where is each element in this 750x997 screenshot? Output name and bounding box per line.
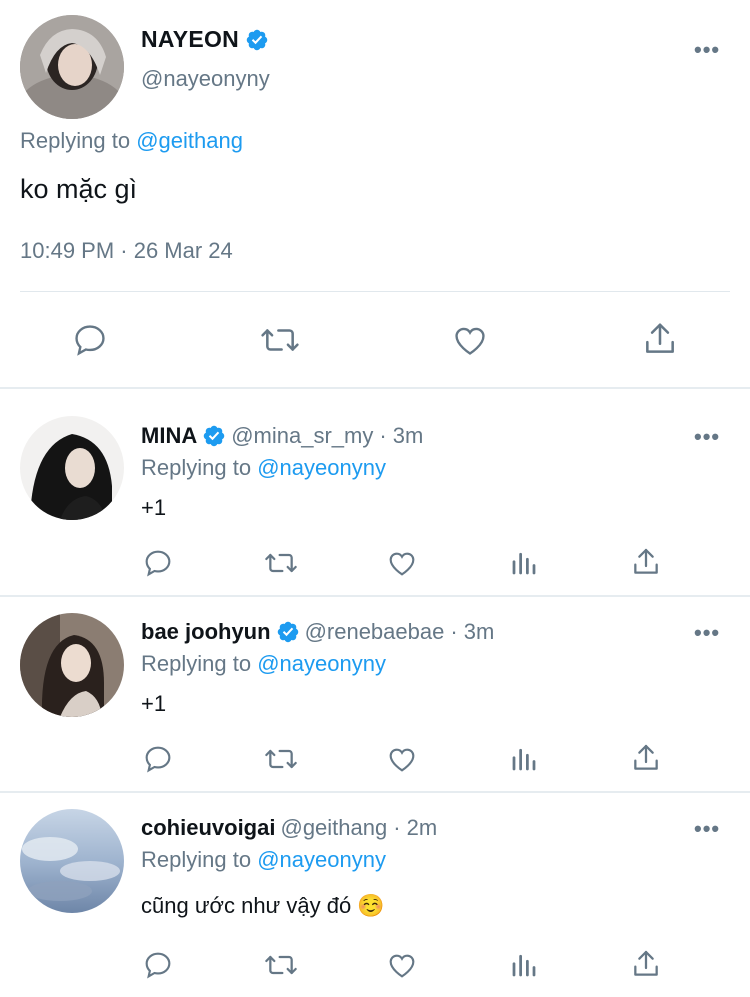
reply-icon[interactable] [140,741,176,777]
replying-to-line: Replying to @nayeonyny [141,847,386,873]
author-handle[interactable]: @nayeonyny [141,66,270,92]
replying-to-label: Replying to [141,847,252,872]
replying-to-line: Replying to @nayeonyny [141,651,386,677]
reply-time[interactable]: · 3m [379,423,423,449]
share-icon[interactable] [628,946,664,982]
retweet-icon[interactable] [262,545,300,581]
reply-header: cohieuvoigai @geithang · 2m [141,815,437,841]
reply-author-name[interactable]: MINA [141,423,197,449]
verified-badge-icon [202,424,226,448]
replying-to-link[interactable]: @geithang [136,128,243,153]
replying-to-link[interactable]: @nayeonyny [257,455,386,480]
reply-header: bae joohyun @renebaebae · 3m [141,619,494,645]
replying-to-line: Replying to @nayeonyny [141,455,386,481]
share-icon[interactable] [628,544,664,580]
analytics-icon[interactable] [506,947,542,983]
reply-icon[interactable] [140,545,176,581]
more-options-icon[interactable]: ••• [694,424,720,450]
reply-handle[interactable]: @mina_sr_my [231,423,373,449]
avatar-mina[interactable] [20,416,124,520]
reply-text: cũng ước như vậy đó ☺️ [141,893,385,918]
reply-header: MINA @mina_sr_my · 3m [141,423,423,449]
verified-badge-icon [276,620,300,644]
like-icon[interactable] [449,320,491,360]
divider [0,595,750,597]
replying-to-label: Replying to [141,455,252,480]
divider [0,791,750,793]
share-icon[interactable] [628,740,664,776]
replying-to-link[interactable]: @nayeonyny [257,651,386,676]
analytics-icon[interactable] [506,545,542,581]
more-options-icon[interactable]: ••• [694,37,720,63]
reply-time[interactable]: · 2m [393,815,437,841]
like-icon[interactable] [384,741,420,777]
share-icon[interactable] [639,318,681,360]
retweet-icon[interactable] [259,320,301,360]
avatar-cohieuvoigai[interactable] [20,809,124,913]
like-icon[interactable] [384,947,420,983]
reply-handle[interactable]: @geithang [280,815,387,841]
avatar-nayeon[interactable] [20,15,124,119]
divider [20,291,730,292]
reply-icon[interactable] [140,947,176,983]
replying-to-link[interactable]: @nayeonyny [257,847,386,872]
retweet-icon[interactable] [262,947,300,983]
retweet-icon[interactable] [262,741,300,777]
verified-badge-icon [245,28,269,52]
author-name-text[interactable]: NAYEON [141,26,239,53]
reply-author-name[interactable]: cohieuvoigai [141,815,275,841]
avatar-bae-joohyun[interactable] [20,613,124,717]
tweet-text: ko mặc gì [20,174,138,204]
author-name[interactable]: NAYEON [141,26,269,53]
reply-handle[interactable]: @renebaebae [305,619,445,645]
like-icon[interactable] [384,545,420,581]
replying-to-line: Replying to @geithang [20,128,243,154]
reply-time[interactable]: · 3m [450,619,494,645]
replying-to-label: Replying to [141,651,252,676]
tweet-timestamp[interactable]: 10:49 PM · 26 Mar 24 [20,238,233,264]
more-options-icon[interactable]: ••• [694,620,720,646]
more-options-icon[interactable]: ••• [694,816,720,842]
reply-author-name[interactable]: bae joohyun [141,619,271,645]
reply-icon[interactable] [70,320,110,360]
reply-text: +1 [141,691,167,716]
divider [0,387,750,389]
analytics-icon[interactable] [506,741,542,777]
replying-to-label: Replying to [20,128,131,153]
reply-text: +1 [141,495,167,520]
